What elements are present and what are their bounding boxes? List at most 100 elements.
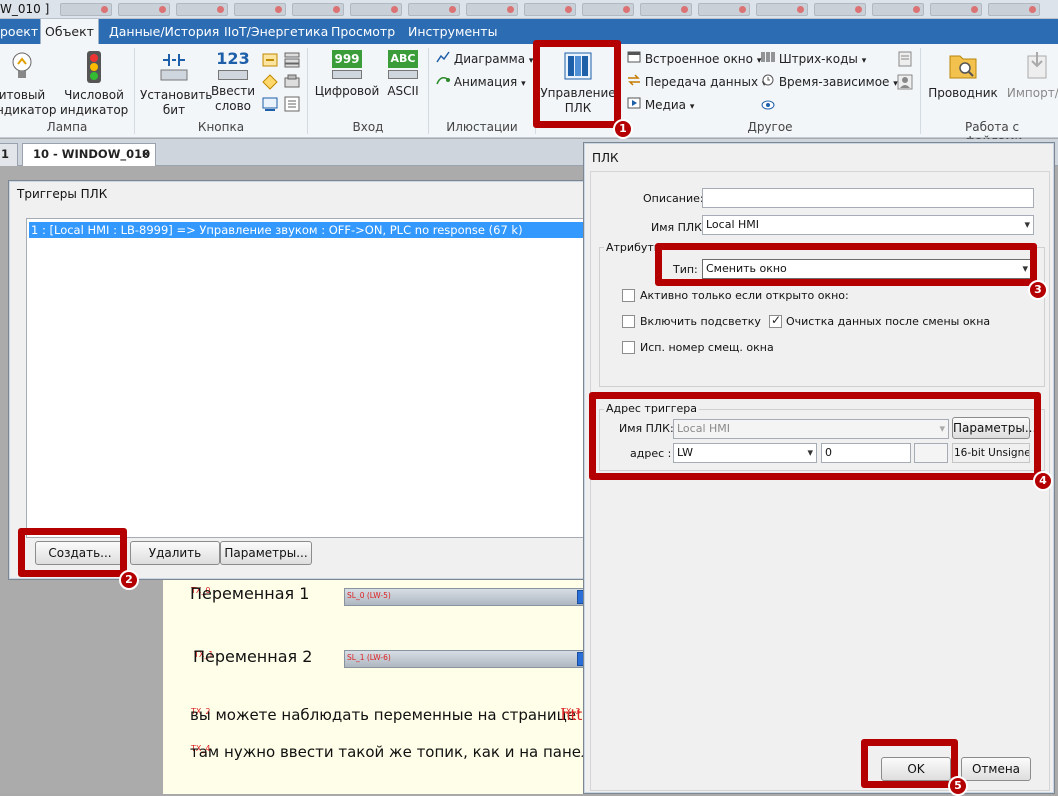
menu-view[interactable]: Просмотр [331,19,401,44]
taskbar-thumb[interactable] [350,3,402,16]
slider-variable-2[interactable]: SL_1 (LW-6) [344,650,586,668]
info-text-url[interactable]: htt [561,706,582,724]
bit-lamp-button[interactable]: итовый ндикатор [0,50,57,118]
chart-label: Диаграмма [453,52,526,66]
button-small-icons [262,52,302,112]
explorer-button[interactable]: Проводник [926,50,1000,101]
other-group-label: Другое [747,120,793,134]
slider-variable-1[interactable]: SL_0 (LW-5) [344,588,586,606]
tab-window-010[interactable]: 10 - WINDOW_010 ✕ [22,143,156,166]
callout-badge: 3 [1028,280,1048,300]
menu-iiot-energy[interactable]: IIoT/Энергетика [224,19,328,44]
menu-data-history[interactable]: Данные/История [109,19,219,44]
numeric-input-icon: 999 [313,50,381,84]
taskbar-thumb[interactable] [640,3,692,16]
set-bit-icon [160,54,188,81]
variable-2-label[interactable]: Переменная 2 [193,647,312,666]
chart-dropdown[interactable]: Диаграмма ▾ [436,50,533,68]
chevron-down-icon: ▾ [689,102,695,112]
time-dependent-dropdown[interactable]: Время-зависимое ▾ [761,73,898,91]
import-label: Импорт/Э [1006,86,1058,100]
offset-number-checkbox[interactable] [622,341,635,354]
trigger-list-row[interactable]: 1 : [Local HMI : LB-8999] => Управление … [29,222,595,238]
window-title: W_010 ] [0,2,50,16]
cancel-button[interactable]: Отмена [961,757,1031,781]
ascii-input-icon-text: ABC [388,50,418,68]
plc-name-select[interactable]: Local HMI [702,215,1034,235]
taskbar-thumb[interactable] [930,3,982,16]
taskbar-thumb[interactable] [176,3,228,16]
explorer-label: Проводник [928,86,998,100]
set-bit-button[interactable]: Установить бит [140,50,212,118]
taskbar-thumb[interactable] [408,3,460,16]
data-transfer-dropdown[interactable]: Передача данных ▾ [627,73,766,91]
active-only-checkbox[interactable] [622,289,635,302]
tab-previous[interactable]: 1 [0,143,18,166]
callout-box-ok [861,739,958,788]
data-transfer-icon [628,74,640,86]
taskbar-thumb[interactable] [234,3,286,16]
close-icon[interactable]: ✕ [141,144,151,165]
menu-project[interactable]: роект [0,19,40,44]
user-icon[interactable] [897,74,913,90]
numeric-lamp-label-2: индикатор [60,103,129,117]
callout-box-create [18,528,127,577]
backlight-label: Включить подсветку [640,315,761,328]
plc-triggers-title: Триггеры ПЛК [17,187,108,201]
barcodes-dropdown[interactable]: Штрих-коды ▾ [761,50,866,68]
set-word-button[interactable]: 123 Ввести слово [208,50,258,114]
import-button[interactable]: Импорт/Э [1002,50,1058,101]
taskbar-thumb[interactable] [524,3,576,16]
variable-1-label[interactable]: Переменная 1 [190,584,309,603]
menu-tools[interactable]: Инструменты [408,19,498,44]
menu-object[interactable]: Объект [40,19,99,44]
clear-data-checkbox[interactable] [769,313,782,328]
trigger-params-button[interactable]: Параметры... [220,541,312,565]
slot-icon[interactable] [284,74,300,90]
taskbar-thumb[interactable] [582,3,634,16]
active-only-label: Активно только если открыто окно: [640,289,849,302]
screen-button-icon[interactable] [262,96,278,112]
info-text-line-1[interactable]: вы можете наблюдать переменные на страни… [190,706,576,724]
lamp-group-label: Лампа [46,120,88,134]
numeric-input-button[interactable]: 999 Цифровой [313,50,381,99]
sheet-icon[interactable] [897,51,913,67]
ascii-input-button[interactable]: ABC ASCII [381,50,425,99]
info-text-line-2[interactable]: там нужно ввести такой же топик, как и н… [190,743,600,761]
taskbar-thumb[interactable] [292,3,344,16]
list-icon[interactable] [284,96,300,112]
clear-data-label: Очистка данных после смены окна [786,315,991,328]
taskbar-thumb[interactable] [466,3,518,16]
function-key-icon[interactable] [262,74,278,90]
embedded-window-dropdown[interactable]: Встроенное окно ▾ [627,50,761,68]
taskbar-thumb[interactable] [756,3,808,16]
hmi-window-canvas: TX_0 Переменная 1 SL_0 (LW-5) TX_1 Перем… [163,578,600,794]
taskbar-thumb[interactable] [988,3,1040,16]
taskbar-thumb[interactable] [118,3,170,16]
set-word-label-1: Ввести [210,84,256,98]
multistate-icon[interactable] [284,52,300,68]
numeric-input-label: Цифровой [314,84,380,98]
eye-icon[interactable] [761,98,775,112]
backlight-checkbox[interactable] [622,315,635,328]
taskbar-thumb[interactable] [698,3,750,16]
callout-box-type [655,243,1037,286]
set-bit-label-1: Установить [140,88,213,102]
traffic-light-icon [87,51,101,83]
folder-search-icon [949,55,977,79]
taskbar-thumb[interactable] [872,3,924,16]
taskbar-thumb[interactable] [60,3,112,16]
callout-badge: 1 [613,119,633,139]
media-icon [627,97,641,109]
numeric-lamp-button[interactable]: Числовой индикатор [60,50,128,118]
taskbar-thumb[interactable] [814,3,866,16]
ribbon-separator [920,48,921,134]
toggle-switch-icon[interactable] [262,52,278,68]
trigger-list[interactable]: 1 : [Local HMI : LB-8999] => Управление … [26,218,596,538]
animation-dropdown[interactable]: Анимация ▾ [436,73,526,91]
delete-trigger-button[interactable]: Удалить [130,541,220,565]
bit-lamp-label-1: итовый [0,88,46,102]
window-icon [627,51,641,63]
media-dropdown[interactable]: Медиа ▾ [627,96,694,114]
description-field[interactable] [702,188,1034,208]
